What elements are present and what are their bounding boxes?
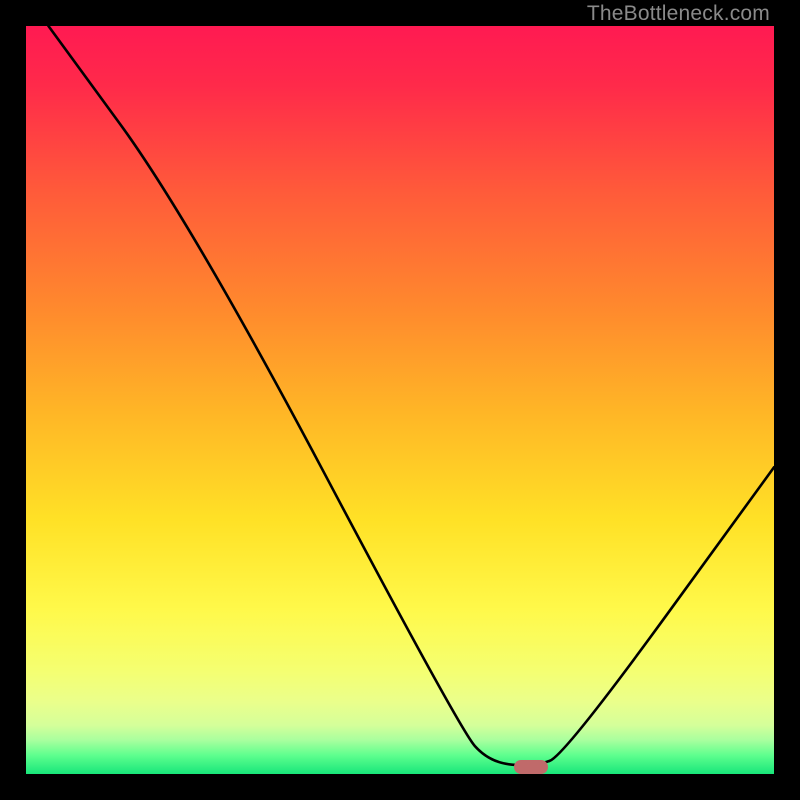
chart-frame: TheBottleneck.com (0, 0, 800, 800)
optimal-marker (514, 760, 548, 774)
plot-area (26, 26, 774, 774)
watermark-text: TheBottleneck.com (587, 2, 770, 26)
background-gradient (26, 26, 774, 774)
